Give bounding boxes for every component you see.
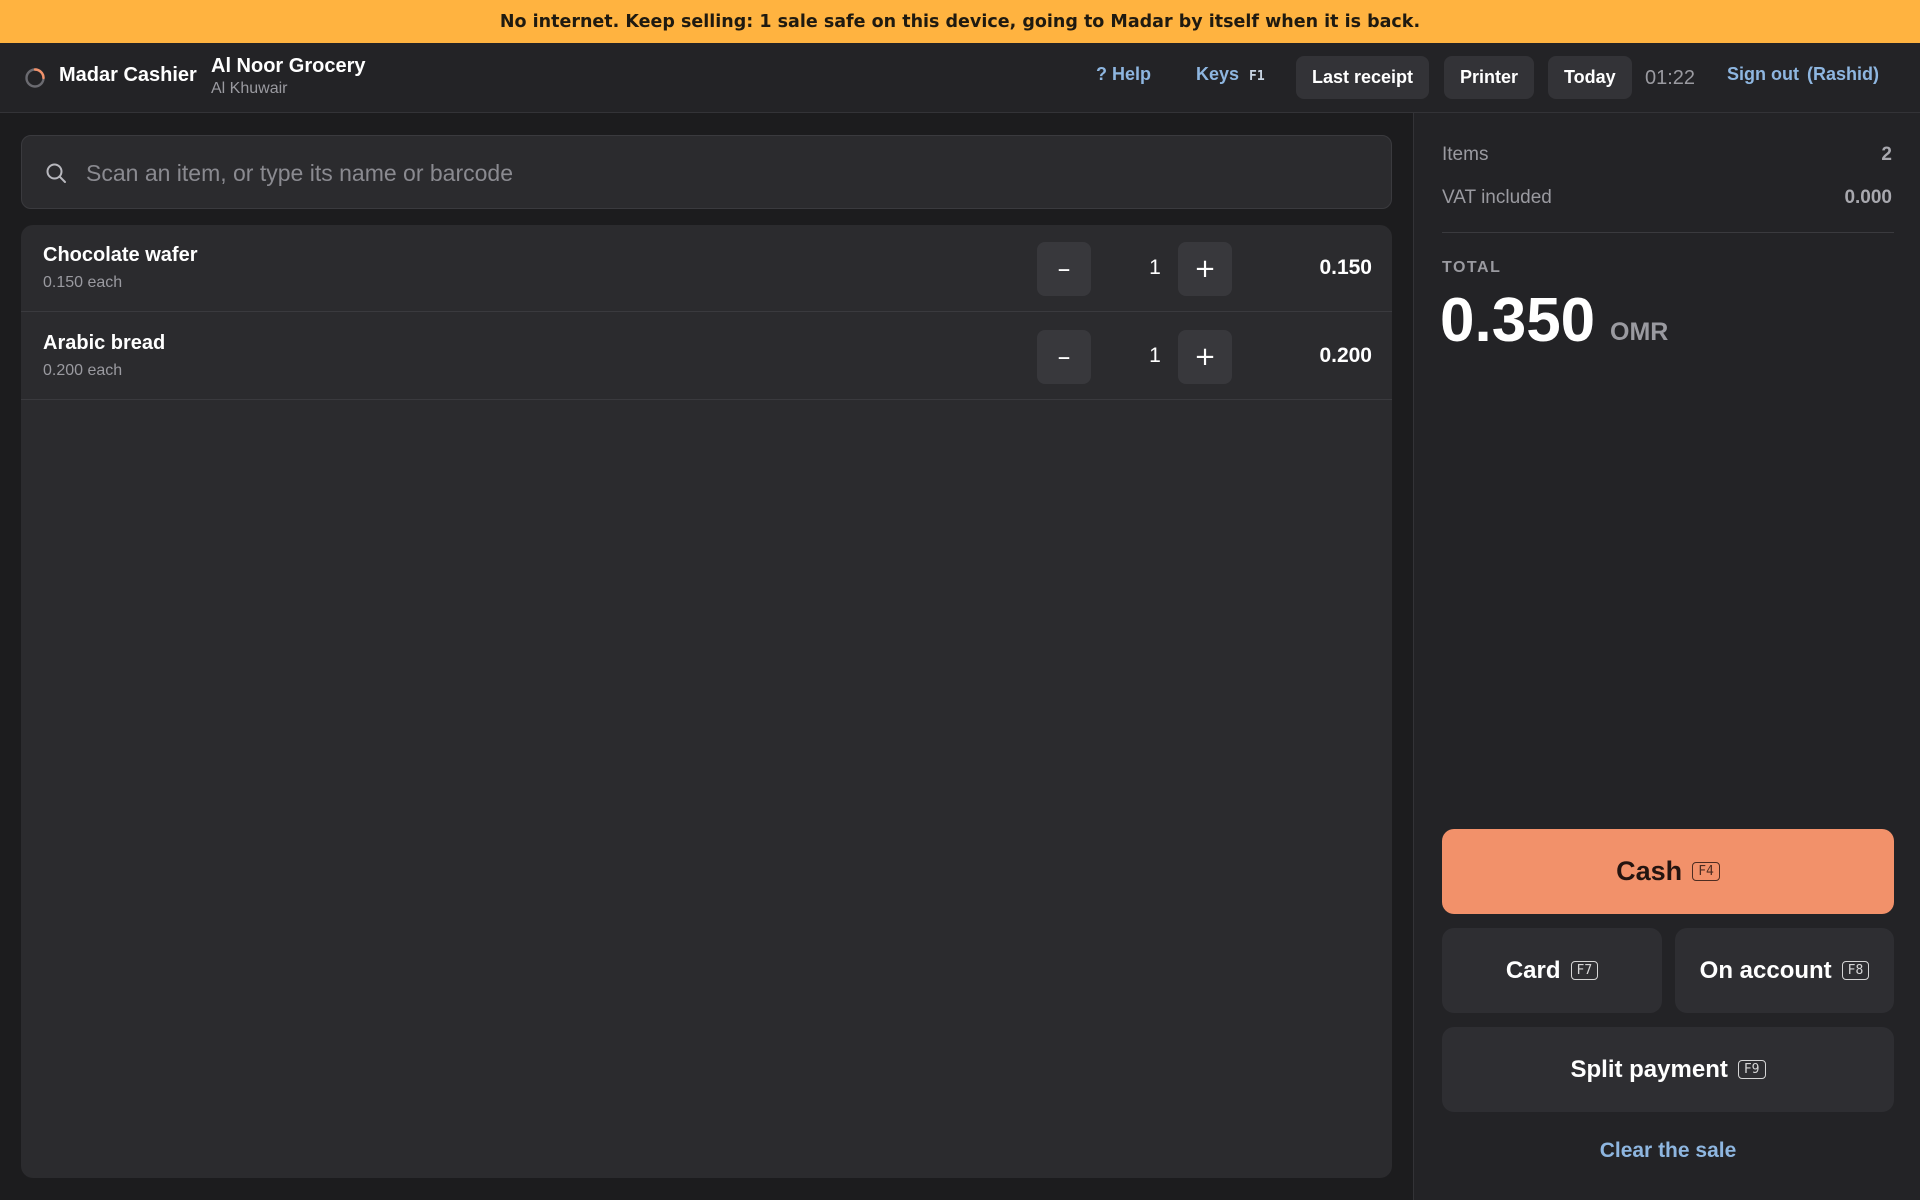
on-account-label: On account: [1699, 956, 1832, 984]
sign-out-label: Sign out: [1727, 64, 1799, 84]
item-line-total: 0.200: [1319, 344, 1372, 367]
card-button[interactable]: Card F7: [1442, 928, 1662, 1013]
item-name: Chocolate wafer: [43, 244, 198, 266]
top-bar: Madar Cashier Al Noor Grocery Al Khuwair…: [0, 43, 1920, 113]
total-currency: OMR: [1610, 318, 1669, 346]
cash-button[interactable]: Cash F4: [1442, 829, 1894, 914]
items-label: Items: [1442, 144, 1489, 165]
clear-sale-button[interactable]: Clear the sale: [1442, 1139, 1894, 1163]
keys-label: Keys: [1196, 64, 1240, 84]
loading-ring-icon: [24, 67, 46, 89]
vat-value: 0.000: [1844, 187, 1892, 208]
item-quantity: 1: [1149, 344, 1161, 367]
card-label: Card: [1505, 956, 1561, 984]
store-location: Al Khuwair: [211, 80, 288, 97]
split-payment-shortcut: F9: [1737, 1060, 1766, 1079]
cart-list: Chocolate wafer 0.150 each – 1 + 0.150 A…: [21, 225, 1392, 1178]
search-icon: [44, 161, 68, 185]
item-line-total: 0.150: [1319, 256, 1372, 279]
cash-label: Cash: [1616, 856, 1683, 886]
card-shortcut: F7: [1570, 961, 1599, 980]
total-amount: 0.350: [1440, 286, 1596, 355]
help-label: ? Help: [1096, 64, 1152, 84]
cash-shortcut: F4: [1692, 862, 1720, 881]
item-unit-price: 0.200 each: [43, 362, 123, 379]
signed-in-user: (Rashid): [1806, 64, 1879, 84]
item-name: Arabic bread: [43, 332, 166, 354]
cart-item-row: Chocolate wafer 0.150 each – 1 + 0.150: [21, 225, 1392, 312]
store-name: Al Noor Grocery: [211, 55, 366, 77]
vat-label: VAT included: [1442, 187, 1552, 208]
decrease-qty-button[interactable]: –: [1037, 242, 1091, 296]
help-button[interactable]: ? Help: [1096, 64, 1151, 85]
clock: 01:22: [1645, 67, 1696, 89]
last-receipt-button[interactable]: Last receipt: [1296, 56, 1430, 99]
keys-button[interactable]: Keys F1: [1196, 64, 1265, 85]
search-bar[interactable]: [21, 135, 1392, 209]
on-account-button[interactable]: On account F8: [1675, 928, 1894, 1013]
sign-out-button[interactable]: Sign out (Rashid): [1727, 64, 1879, 85]
total-label: TOTAL: [1442, 259, 1502, 276]
split-payment-label: Split payment: [1570, 1055, 1728, 1083]
printer-button[interactable]: Printer: [1444, 56, 1535, 99]
increase-qty-button[interactable]: +: [1178, 330, 1232, 384]
items-count: 2: [1881, 144, 1892, 165]
cart-item-row: Arabic bread 0.200 each – 1 + 0.200: [21, 313, 1392, 400]
split-payment-button[interactable]: Split payment F9: [1442, 1027, 1894, 1112]
offline-banner-message: No internet. Keep selling: 1 sale safe o…: [499, 11, 1421, 32]
summary-divider: [1442, 232, 1894, 233]
search-input[interactable]: [86, 154, 1366, 192]
app-name: Madar Cashier: [59, 64, 197, 86]
offline-banner: No internet. Keep selling: 1 sale safe o…: [0, 0, 1920, 43]
checkout-panel: Items 2 VAT included 0.000 TOTAL 0.350 O…: [1413, 113, 1920, 1200]
on-account-shortcut: F8: [1841, 961, 1870, 980]
item-unit-price: 0.150 each: [43, 274, 123, 291]
item-quantity: 1: [1149, 256, 1161, 279]
today-button[interactable]: Today: [1548, 56, 1632, 99]
decrease-qty-button[interactable]: –: [1037, 330, 1091, 384]
increase-qty-button[interactable]: +: [1178, 242, 1232, 296]
keys-shortcut: F1: [1249, 69, 1265, 84]
